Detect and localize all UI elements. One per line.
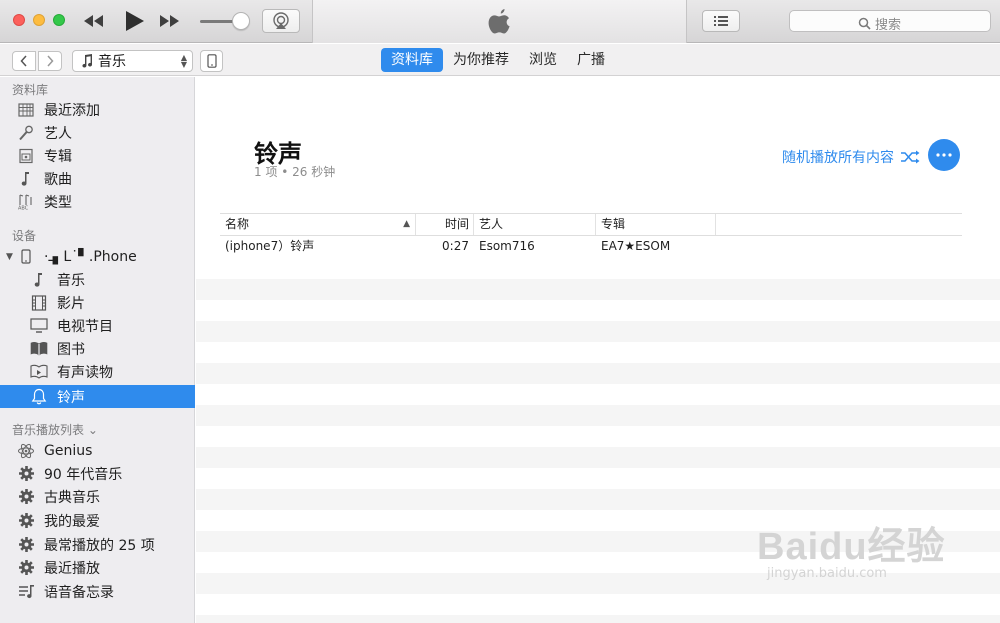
- media-kind-select[interactable]: 音乐 ▲ ▼: [72, 50, 193, 72]
- music-note-icon: [82, 54, 93, 68]
- music-note-icon: [16, 170, 36, 188]
- sidebar: 资料库 最近添加 艺人 专辑 歌曲 ABC 类型 设备 ▼ ·ـ▖L˙▘.Pho…: [0, 77, 195, 623]
- disclosure-triangle-icon[interactable]: ▼: [6, 252, 13, 262]
- ellipsis-icon: [936, 153, 952, 157]
- sidebar-item-recently-played[interactable]: 最近播放: [0, 556, 195, 579]
- minimize-window-button[interactable]: [33, 14, 45, 26]
- ringtone-table: 名称 ▲ 时间 艺人 专辑 (iphone7）铃声 0:27 Esom716 E…: [220, 213, 962, 257]
- sidebar-item-top-25[interactable]: 最常播放的 25 项: [0, 533, 195, 556]
- chevron-down-icon: ⌄: [84, 423, 98, 437]
- volume-knob[interactable]: [232, 12, 250, 30]
- play-icon[interactable]: [122, 8, 146, 38]
- cell-album: EA7★ESOM: [601, 239, 671, 253]
- sidebar-item-genius[interactable]: Genius: [0, 439, 195, 462]
- sidebar-item-device-movies[interactable]: 影片: [0, 291, 195, 314]
- back-button[interactable]: [12, 51, 36, 71]
- search-field[interactable]: 搜索: [789, 10, 991, 33]
- audiobook-icon: [29, 363, 49, 381]
- shuffle-icon: [901, 150, 920, 164]
- sidebar-item-device-ringtones[interactable]: 铃声: [0, 385, 195, 408]
- airplay-button[interactable]: [262, 9, 300, 33]
- title-bar: 搜索: [0, 0, 1000, 43]
- column-header-artist[interactable]: 艺人: [474, 214, 596, 235]
- film-icon: [29, 294, 49, 312]
- sidebar-item-favorites[interactable]: 我的最爱: [0, 509, 195, 532]
- library-section-header: 资料库: [12, 83, 49, 97]
- media-kind-label: 音乐: [98, 54, 126, 70]
- table-row[interactable]: (iphone7）铃声 0:27 Esom716 EA7★ESOM: [220, 236, 962, 257]
- watermark-logo-text: Baidu经验: [757, 526, 946, 568]
- cell-name: (iphone7）铃声: [225, 239, 315, 253]
- up-next-list-button[interactable]: [702, 10, 740, 32]
- sidebar-item-90s-music[interactable]: 90 年代音乐: [0, 462, 195, 485]
- fast-forward-icon[interactable]: [157, 9, 181, 37]
- page-subtitle: 1 项 • 26 秒钟: [254, 165, 336, 179]
- tab-browse[interactable]: 浏览: [519, 48, 567, 72]
- tab-radio[interactable]: 广播: [567, 48, 615, 72]
- voice-memo-icon: [16, 583, 36, 601]
- gear-icon: [16, 488, 36, 506]
- sidebar-item-albums[interactable]: 专辑: [0, 144, 195, 167]
- close-window-button[interactable]: [13, 14, 25, 26]
- music-note-icon: [29, 271, 49, 289]
- table-header: 名称 ▲ 时间 艺人 专辑: [220, 213, 962, 236]
- rewind-icon[interactable]: [82, 9, 106, 37]
- album-icon: [16, 147, 36, 165]
- tab-library[interactable]: 资料库: [381, 48, 443, 72]
- device-button[interactable]: [200, 50, 223, 72]
- genius-icon: [16, 442, 36, 460]
- sidebar-item-genres[interactable]: ABC 类型: [0, 190, 195, 213]
- baidu-watermark: Baidu经验 jingyan.baidu.com: [757, 515, 946, 581]
- toolbar: 音乐 ▲ ▼ 资料库 为你推荐 浏览 广播: [0, 44, 1000, 76]
- status-display: [312, 0, 687, 43]
- sidebar-item-songs[interactable]: 歌曲: [0, 167, 195, 190]
- playlists-section-header[interactable]: 音乐播放列表 ⌄: [12, 421, 98, 438]
- sidebar-item-recently-added[interactable]: 最近添加: [0, 98, 195, 121]
- tv-icon: [29, 317, 49, 335]
- sidebar-item-device-music[interactable]: 音乐: [0, 268, 195, 291]
- iphone-icon: [16, 248, 36, 266]
- iphone-icon: [206, 54, 217, 68]
- column-header-spacer: [716, 214, 962, 235]
- column-header-album[interactable]: 专辑: [596, 214, 716, 235]
- section-tabs: 资料库 为你推荐 浏览 广播: [381, 48, 615, 72]
- chevron-right-icon: [47, 55, 54, 67]
- column-header-name[interactable]: 名称 ▲: [220, 214, 416, 235]
- shuffle-all-button[interactable]: 随机播放所有内容: [782, 147, 920, 167]
- gear-icon: [16, 465, 36, 483]
- sidebar-item-device-books[interactable]: 图书: [0, 337, 195, 360]
- apple-logo-icon: [485, 7, 513, 41]
- sidebar-item-classical[interactable]: 古典音乐: [0, 485, 195, 508]
- microphone-icon: [16, 124, 36, 142]
- gear-icon: [16, 559, 36, 577]
- grid-icon: [16, 101, 36, 119]
- gear-icon: [16, 512, 36, 530]
- tab-for-you[interactable]: 为你推荐: [443, 48, 519, 72]
- sidebar-item-device-audiobooks[interactable]: 有声读物: [0, 360, 195, 383]
- sort-ascending-icon: ▲: [403, 219, 410, 229]
- chevron-left-icon: [20, 55, 27, 67]
- sidebar-device-iphone[interactable]: ▼ ·ـ▖L˙▘.Phone: [0, 245, 195, 268]
- sidebar-item-voice-memos[interactable]: 语音备忘录: [0, 580, 195, 603]
- sidebar-item-device-tv[interactable]: 电视节目: [0, 314, 195, 337]
- book-icon: [29, 340, 49, 358]
- list-icon: [714, 16, 728, 26]
- airplay-icon: [273, 12, 289, 29]
- cell-time: 0:27: [442, 239, 469, 253]
- column-header-time[interactable]: 时间: [416, 214, 474, 235]
- search-placeholder: 搜索: [875, 18, 902, 33]
- cell-artist: Esom716: [479, 239, 535, 253]
- gear-icon: [16, 536, 36, 554]
- forward-button[interactable]: [38, 51, 62, 71]
- svg-text:ABC: ABC: [18, 205, 29, 210]
- devices-section-header: 设备: [12, 229, 37, 243]
- genre-icon: ABC: [16, 193, 36, 211]
- bell-icon: [29, 388, 49, 406]
- sidebar-item-artists[interactable]: 艺人: [0, 121, 195, 144]
- select-arrows-icon: ▲ ▼: [180, 53, 187, 69]
- zoom-window-button[interactable]: [53, 14, 65, 26]
- search-icon: [858, 17, 871, 30]
- more-options-button[interactable]: [928, 139, 960, 171]
